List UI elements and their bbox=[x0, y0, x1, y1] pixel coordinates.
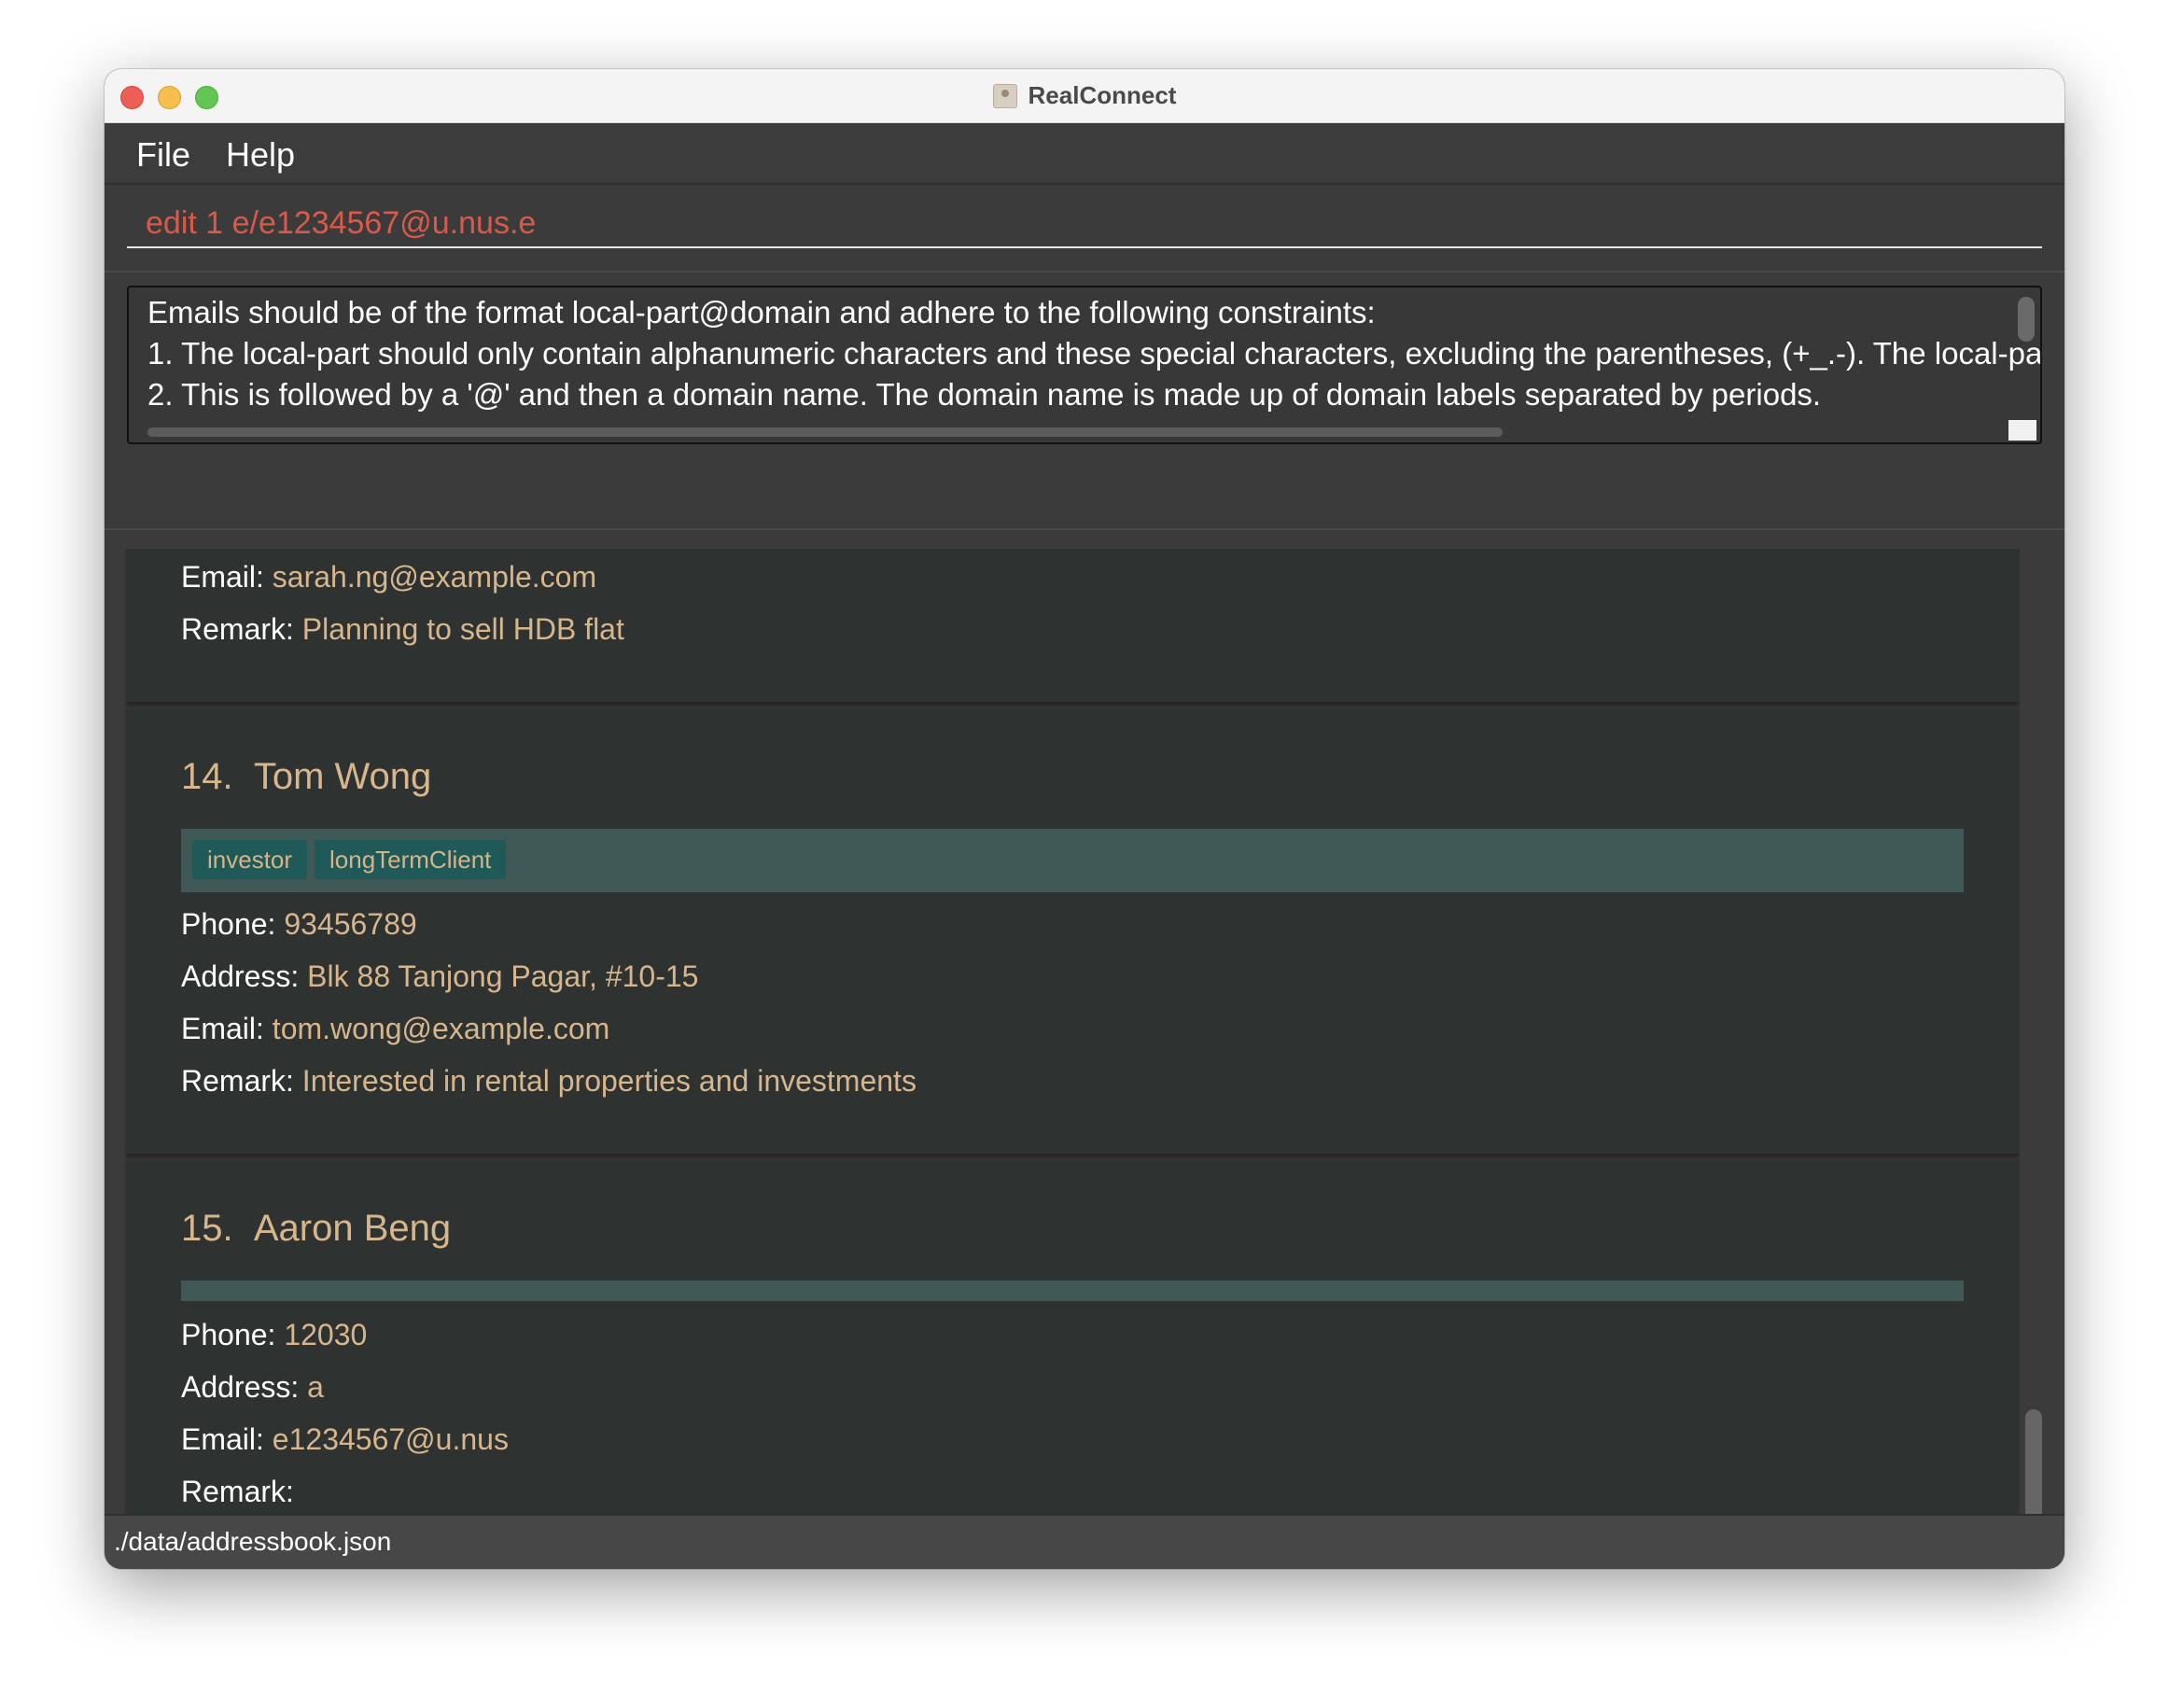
remark-field: Remark: Planning to sell HDB flat bbox=[181, 612, 624, 647]
menu-file[interactable]: File bbox=[136, 135, 190, 175]
address-value: a bbox=[307, 1370, 324, 1404]
email-value: sarah.ng@example.com bbox=[272, 560, 597, 594]
email-field: Email: tom.wong@example.com bbox=[181, 1012, 609, 1046]
person-index: 14. bbox=[181, 756, 233, 797]
result-display-panel: Emails should be of the format local-par… bbox=[105, 271, 2064, 530]
command-box: edit 1 e/e1234567@u.nus.e bbox=[105, 185, 2064, 271]
remark-value: Planning to sell HDB flat bbox=[301, 612, 624, 646]
command-input[interactable]: edit 1 e/e1234567@u.nus.e bbox=[127, 198, 2042, 248]
phone-field: Phone: 12030 bbox=[181, 1318, 367, 1352]
result-line: 2. This is followed by a '@' and then a … bbox=[147, 377, 1822, 412]
email-label: Email: bbox=[181, 1012, 273, 1045]
remark-label: Remark: bbox=[181, 1475, 294, 1508]
tag-label: investor bbox=[192, 840, 308, 879]
person-card[interactable]: Email: sarah.ng@example.com Remark: Plan… bbox=[125, 549, 2020, 702]
app-window: RealConnect File Help edit 1 e/e1234567@… bbox=[105, 69, 2064, 1569]
phone-label: Phone: bbox=[181, 1318, 285, 1351]
status-bar: ./data/addressbook.json bbox=[105, 1514, 2064, 1569]
window-title-group: RealConnect bbox=[105, 69, 2064, 122]
address-value: Blk 88 Tanjong Pagar, #10-15 bbox=[307, 959, 699, 993]
email-field: Email: sarah.ng@example.com bbox=[181, 560, 596, 595]
save-location: ./data/addressbook.json bbox=[114, 1527, 392, 1556]
remark-label: Remark: bbox=[181, 612, 302, 646]
remark-label: Remark: bbox=[181, 1064, 302, 1098]
remark-field: Remark: bbox=[181, 1475, 294, 1509]
address-label: Address: bbox=[181, 1370, 308, 1404]
person-name: 14. Tom Wong bbox=[181, 756, 431, 798]
phone-value: 12030 bbox=[284, 1318, 368, 1351]
address-field: Address: Blk 88 Tanjong Pagar, #10-15 bbox=[181, 959, 698, 994]
phone-label: Phone: bbox=[181, 907, 285, 941]
app-icon bbox=[992, 83, 1017, 108]
window-title: RealConnect bbox=[1028, 81, 1177, 109]
person-card[interactable]: 15. Aaron Beng Phone: 12030 Address: a E… bbox=[125, 1161, 2020, 1569]
remark-value: Interested in rental properties and inve… bbox=[301, 1064, 917, 1098]
email-label: Email: bbox=[181, 1422, 273, 1456]
tag-label: longTermClient bbox=[315, 840, 507, 879]
person-list-panel: Email: sarah.ng@example.com Remark: Plan… bbox=[105, 530, 2064, 1569]
result-display[interactable]: Emails should be of the format local-par… bbox=[127, 286, 2042, 444]
email-field: Email: e1234567@u.nus bbox=[181, 1422, 509, 1457]
remark-field: Remark: Interested in rental properties … bbox=[181, 1064, 917, 1099]
phone-field: Phone: 93456789 bbox=[181, 907, 417, 942]
result-horizontal-scrollbar[interactable] bbox=[147, 427, 1503, 437]
person-card[interactable]: 14. Tom Wong investor longTermClient Pho… bbox=[125, 709, 2020, 1154]
address-label: Address: bbox=[181, 959, 308, 993]
result-vertical-scrollbar[interactable] bbox=[2018, 297, 2035, 342]
email-value: e1234567@u.nus bbox=[272, 1422, 509, 1456]
result-line: Emails should be of the format local-par… bbox=[147, 295, 1376, 329]
address-field: Address: a bbox=[181, 1370, 324, 1405]
phone-value: 93456789 bbox=[284, 907, 417, 941]
result-line: 1. The local-part should only contain al… bbox=[147, 336, 2042, 371]
scrollbar-corner bbox=[2008, 420, 2036, 441]
tag-row bbox=[181, 1281, 1964, 1301]
person-list[interactable]: Email: sarah.ng@example.com Remark: Plan… bbox=[125, 549, 2020, 1569]
tag-row: investor longTermClient bbox=[181, 829, 1964, 892]
person-name: 15. Aaron Beng bbox=[181, 1208, 451, 1250]
email-value: tom.wong@example.com bbox=[272, 1012, 610, 1045]
menu-bar: File Help bbox=[105, 123, 2064, 185]
person-name-text: Tom Wong bbox=[253, 756, 432, 797]
title-bar: RealConnect bbox=[105, 69, 2064, 123]
person-index: 15. bbox=[181, 1208, 233, 1249]
menu-help[interactable]: Help bbox=[226, 135, 295, 175]
person-name-text: Aaron Beng bbox=[253, 1208, 452, 1249]
email-label: Email: bbox=[181, 560, 273, 594]
